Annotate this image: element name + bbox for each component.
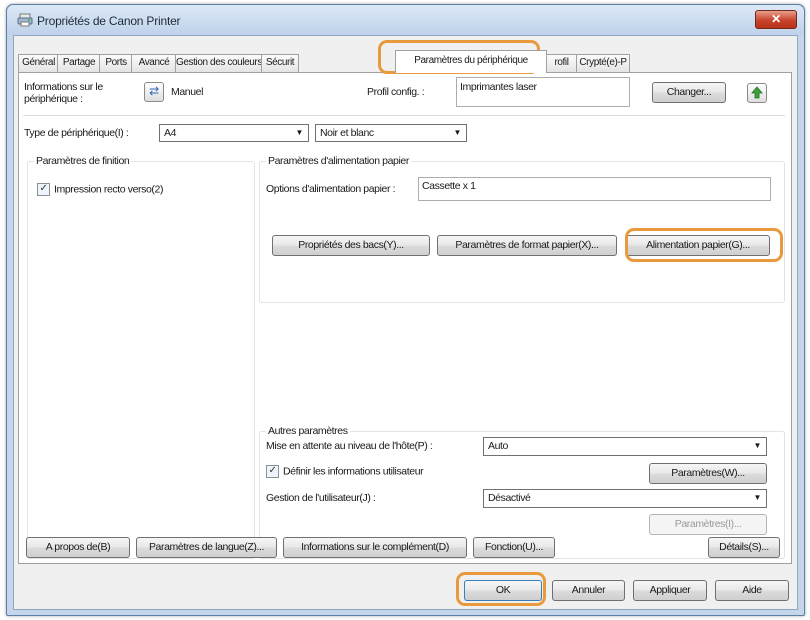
tab-sharing[interactable]: Partage: [57, 54, 101, 72]
language-settings-button[interactable]: Paramètres de langue(Z)...: [136, 537, 277, 558]
other-settings-group-title: Autres paramètres: [266, 425, 350, 437]
plugin-info-button[interactable]: Informations sur le complément(D): [283, 537, 467, 558]
paper-options-field[interactable]: Cassette x 1: [418, 177, 771, 201]
function-button[interactable]: Fonction(U)...: [473, 537, 555, 558]
dropdown-arrow-icon: ▼: [295, 128, 303, 137]
dropdown-arrow-icon: ▼: [453, 128, 461, 137]
user-management-value: Désactivé: [488, 492, 531, 504]
profile-config-field[interactable]: Imprimantes laser: [456, 77, 630, 107]
define-user-option[interactable]: ✓ Définir les informations utilisateur: [266, 465, 424, 478]
dropdown-arrow-icon: ▼: [753, 493, 761, 502]
user-management-combo[interactable]: Désactivé ▼: [483, 489, 767, 508]
define-user-checkbox[interactable]: ✓: [266, 465, 279, 478]
tab-general[interactable]: Général: [18, 54, 59, 72]
paper-size-combo[interactable]: A4 ▼: [159, 124, 309, 142]
host-hold-value: Auto: [488, 440, 508, 452]
manual-config-icon: ⇄: [144, 82, 164, 102]
define-user-label: Définir les informations utilisateur: [283, 465, 424, 478]
separator: [23, 115, 785, 116]
host-hold-combo[interactable]: Auto ▼: [483, 437, 767, 456]
help-button[interactable]: Aide: [715, 580, 789, 601]
device-type-label: Type de périphérique(I) :: [24, 127, 129, 139]
paper-options-label: Options d'alimentation papier :: [266, 183, 396, 195]
ok-button[interactable]: OK: [464, 580, 542, 601]
profile-config-label: Profil config. :: [367, 86, 425, 98]
dialog-client-area: Général Partage Ports Avancé Gestion des…: [13, 35, 798, 610]
device-info-label: Informations sur le périphérique :: [24, 81, 103, 105]
paper-size-value: A4: [164, 127, 177, 139]
color-mode-combo[interactable]: Noir et blanc ▼: [315, 124, 467, 142]
about-button[interactable]: A propos de(B): [26, 537, 130, 558]
duplex-label: Impression recto verso(2): [54, 183, 164, 196]
device-info-mode: Manuel: [171, 86, 204, 98]
user-management-settings-button[interactable]: Paramètres(I)...: [649, 514, 767, 535]
close-button[interactable]: ✕: [755, 10, 797, 29]
host-hold-label: Mise en attente au niveau de l'hôte(P) :: [266, 440, 433, 452]
tab-security[interactable]: Sécurit: [261, 54, 299, 72]
user-management-label: Gestion de l'utilisateur(J) :: [266, 492, 376, 504]
duplex-option[interactable]: ✓ Impression recto verso(2): [37, 183, 163, 196]
tab-device-settings[interactable]: Paramètres du périphérique: [395, 50, 547, 73]
duplex-checkbox[interactable]: ✓: [37, 183, 50, 196]
change-button[interactable]: Changer...: [652, 82, 726, 103]
window-title: Propriétés de Canon Printer: [37, 14, 181, 28]
title-bar: Propriétés de Canon Printer ✕: [7, 5, 804, 35]
details-button[interactable]: Détails(S)...: [708, 537, 780, 558]
user-settings-button[interactable]: Paramètres(W)...: [649, 463, 767, 484]
printer-properties-window: Propriétés de Canon Printer ✕ Général Pa…: [6, 4, 805, 616]
paper-format-button[interactable]: Paramètres de format papier(X)...: [437, 235, 617, 256]
device-settings-panel: Informations sur le périphérique : ⇄ Man…: [18, 72, 792, 564]
upload-arrow-icon[interactable]: [747, 83, 767, 103]
tab-advanced[interactable]: Avancé: [131, 54, 177, 72]
paper-feed-button[interactable]: Alimentation papier(G)...: [626, 235, 770, 256]
tray-properties-button[interactable]: Propriétés des bacs(Y)...: [272, 235, 430, 256]
upload-arrow-glyph: [751, 86, 763, 99]
finishing-group: Paramètres de finition: [27, 155, 255, 559]
dropdown-arrow-icon: ▼: [753, 441, 761, 450]
paper-feed-group-title: Paramètres d'alimentation papier: [266, 155, 411, 167]
cancel-button[interactable]: Annuler: [552, 580, 625, 601]
close-icon: ✕: [771, 12, 781, 26]
apply-button[interactable]: Appliquer: [633, 580, 707, 601]
device-info-label-line2: périphérique :: [24, 93, 83, 105]
tab-ports[interactable]: Ports: [99, 54, 133, 72]
tab-profile[interactable]: rofil: [545, 54, 578, 72]
color-mode-value: Noir et blanc: [320, 127, 374, 139]
device-info-label-line1: Informations sur le: [24, 81, 103, 93]
printer-icon: [17, 13, 33, 27]
tab-color-management[interactable]: Gestion des couleurs: [175, 54, 263, 72]
tab-encrypted[interactable]: Crypté(e)-P: [576, 54, 630, 72]
finishing-group-title: Paramètres de finition: [34, 155, 132, 167]
